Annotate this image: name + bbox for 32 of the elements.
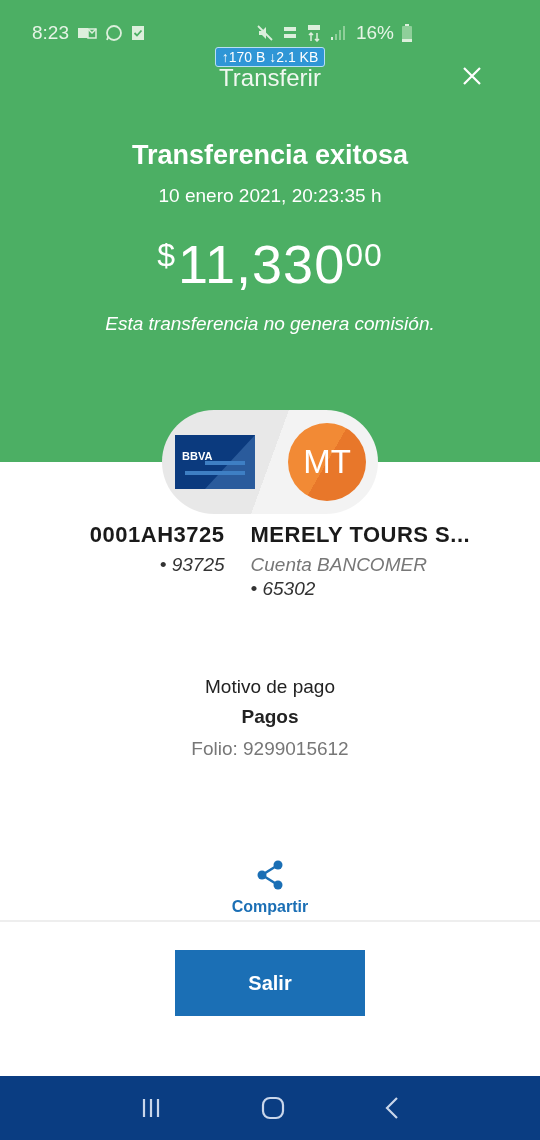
battery-icon [402,24,412,42]
card-brand: BBVA [182,450,213,462]
signal-icon [329,25,346,41]
payment-reason: Pagos [241,706,299,728]
status-time: 8:23 [32,22,69,44]
screen-title: Transferir [219,64,321,92]
exit-button[interactable]: Salir [175,950,365,1016]
recipient-name: MERELY TOURS S... [250,522,471,548]
network-speed-badge: ↑170 B ↓2.1 KB [214,47,326,67]
folio-number: Folio: 9299015612 [191,738,349,760]
mute-icon [255,24,274,42]
home-icon[interactable] [261,1096,285,1120]
checkbox-icon [131,25,145,41]
payment-reason-label: Motivo de pago [205,676,335,698]
share-button[interactable]: Compartir [231,860,309,916]
origin-account: 0001AH3725 [89,522,225,548]
bank-card-icon [175,435,255,489]
success-title: Transferencia exitosa [131,140,409,171]
close-icon [462,66,482,86]
chat-icon [105,24,123,42]
data-arrows-icon [305,24,322,42]
commission-note: Esta transferencia no genera comisión. [105,313,435,335]
recipient-avatar: MT [288,423,366,501]
recipient-bank: Cuenta BANCOMER [250,554,428,576]
mail-icon [77,26,97,40]
battery-percent: 16% [355,22,394,44]
transfer-amount: $^{$}$11,330$^{00}$ [157,233,383,295]
origin-number: • 93725 [159,554,225,576]
recipient-number: • 65302 [250,578,317,600]
back-icon[interactable] [384,1096,401,1120]
share-icon [256,860,284,890]
transfer-date: 10 enero 2021, 20:23:35 h [158,185,382,207]
